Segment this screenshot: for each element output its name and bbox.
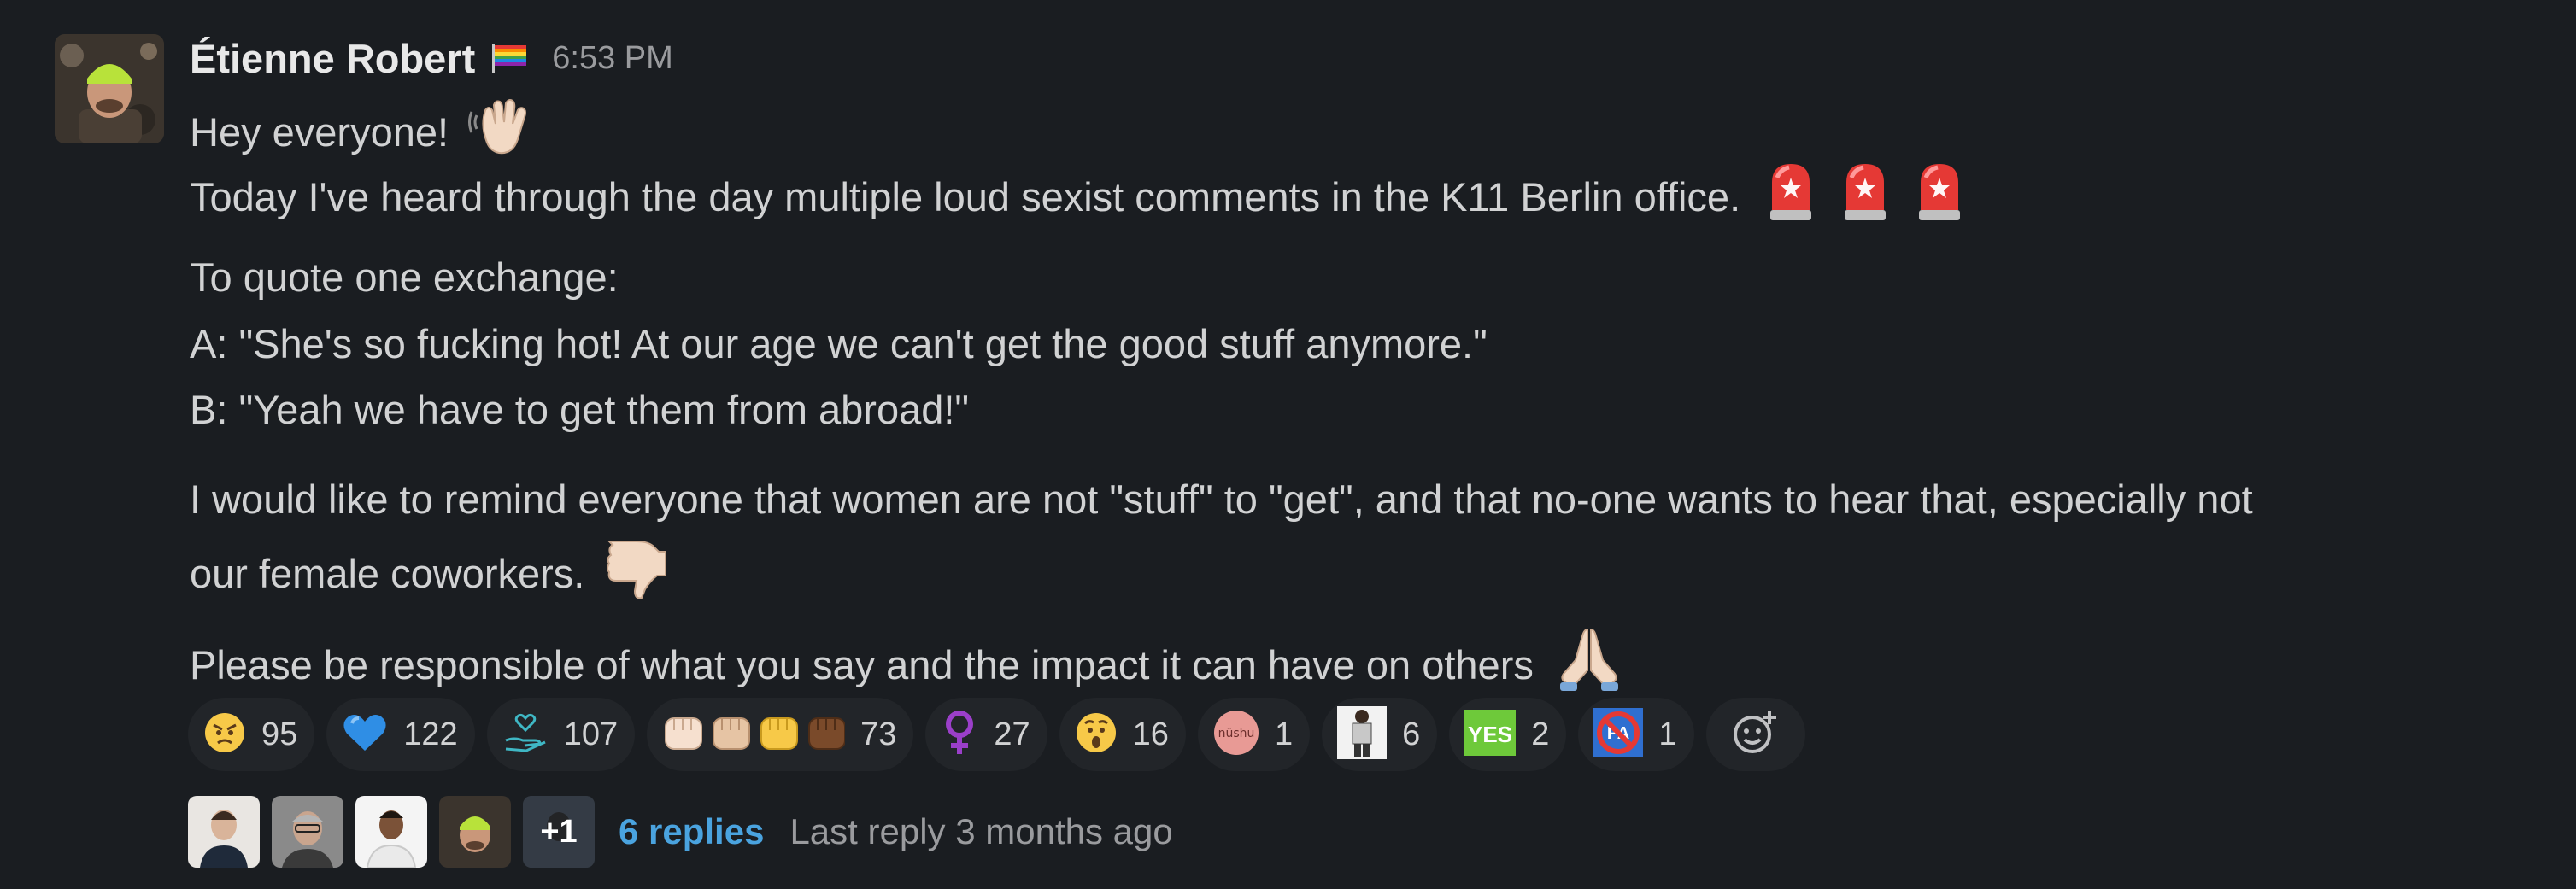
- reaction-angry[interactable]: 95: [188, 698, 315, 771]
- reaction-yes[interactable]: YES 2: [1449, 698, 1567, 771]
- nushu-label: nüshu: [1218, 727, 1255, 740]
- reply-avatar[interactable]: [355, 796, 427, 868]
- reaction-nushu[interactable]: nüshu 1: [1197, 698, 1311, 771]
- rotating-light-icon: [1763, 159, 1818, 242]
- author-name[interactable]: Étienne Robert: [190, 35, 475, 82]
- message-text: Today I've heard through the day multipl…: [190, 173, 1741, 219]
- astonished-face-icon: [1075, 711, 1118, 758]
- reaction-count: 27: [994, 716, 1030, 752]
- message-text: I would like to remind everyone that wom…: [190, 477, 2253, 522]
- message: Étienne Robert 6:53 PM Hey everyone! Tod…: [0, 0, 2576, 889]
- rainbow-flag-icon: [492, 44, 527, 73]
- reaction-heart-hands[interactable]: 107: [486, 698, 636, 771]
- person-figure-icon: [1337, 705, 1388, 763]
- message-text: To quote one exchange:: [190, 254, 619, 300]
- author-avatar[interactable]: [55, 34, 164, 143]
- heart-hands-icon: [502, 711, 549, 758]
- angry-face-icon: [203, 711, 246, 758]
- add-reaction-icon: [1730, 707, 1781, 763]
- reaction-blue-heart[interactable]: 122: [326, 698, 475, 771]
- reaction-astonished[interactable]: 16: [1059, 698, 1186, 771]
- raised-fists-icon: [662, 710, 847, 760]
- message-text: Hey everyone!: [190, 108, 449, 155]
- message-timestamp[interactable]: 6:53 PM: [552, 40, 673, 77]
- reply-avatar-more[interactable]: +1: [523, 796, 595, 868]
- reaction-count: 1: [1274, 716, 1294, 752]
- reaction-count: 16: [1132, 716, 1169, 752]
- rotating-light-icon: [1912, 159, 1967, 242]
- reactions-bar: 95 122 107 73 27 16 nüshu 1 6 YES 2 1: [188, 698, 1805, 771]
- blue-heart-icon: [342, 711, 388, 758]
- female-sign-icon: [941, 710, 978, 760]
- reaction-count: 1: [1658, 716, 1677, 752]
- message-line: I would like to remind everyone that wom…: [190, 466, 2253, 533]
- reaction-count: 122: [403, 716, 458, 752]
- rotating-light-icon: [1838, 159, 1892, 242]
- message-line: Today I've heard through the day multipl…: [190, 159, 1967, 242]
- reply-avatar[interactable]: [439, 796, 511, 868]
- thumbs-down-icon: [602, 533, 671, 621]
- last-reply-text: Last reply 3 months ago: [789, 811, 1173, 851]
- message-line: B: "Yeah we have to get them from abroad…: [190, 377, 969, 443]
- message-line: our female coworkers.: [190, 533, 671, 621]
- nushu-badge-icon: nüshu: [1213, 710, 1259, 760]
- reaction-raised-fists[interactable]: 73: [647, 698, 914, 771]
- reaction-count: 107: [563, 716, 619, 752]
- yes-label: YES: [1468, 722, 1512, 747]
- reply-avatar[interactable]: [188, 796, 260, 868]
- reaction-count: 6: [1402, 716, 1421, 752]
- reaction-no-pa[interactable]: PA 1: [1578, 698, 1694, 771]
- reaction-count: 95: [261, 716, 298, 752]
- message-text: B: "Yeah we have to get them from abroad…: [190, 387, 970, 432]
- reaction-person-figure[interactable]: 6: [1322, 698, 1438, 771]
- replies-link[interactable]: 6 replies: [619, 811, 764, 852]
- reaction-count: 73: [860, 716, 897, 752]
- thread-summary[interactable]: +1 6 replies Last reply 3 months ago: [188, 796, 1173, 868]
- reaction-female-sign[interactable]: 27: [925, 698, 1047, 771]
- yes-badge-icon: YES: [1464, 709, 1517, 760]
- message-text: A: "She's so fucking hot! At our age we …: [190, 321, 1488, 366]
- message-line: To quote one exchange:: [190, 244, 619, 311]
- add-reaction-button[interactable]: [1705, 698, 1805, 771]
- no-pa-icon: PA: [1593, 707, 1644, 762]
- message-text: Please be responsible of what you say an…: [190, 641, 1534, 687]
- message-text: our female coworkers.: [190, 550, 585, 596]
- message-header: Étienne Robert 6:53 PM: [190, 26, 673, 91]
- reaction-count: 2: [1531, 716, 1550, 752]
- more-repliers-count: +1: [540, 813, 578, 850]
- message-line: A: "She's so fucking hot! At our age we …: [190, 311, 1488, 377]
- reply-avatar[interactable]: [272, 796, 343, 868]
